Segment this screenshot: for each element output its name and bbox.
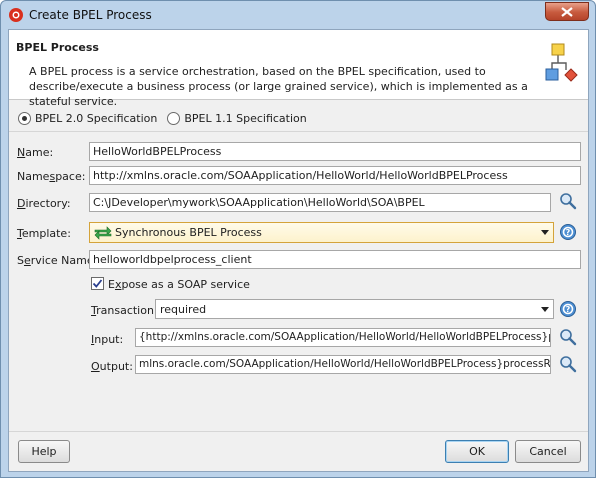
title-bar[interactable]: Create BPEL Process — [1, 1, 595, 29]
jdeveloper-app-icon — [9, 8, 23, 22]
transaction-label: Transaction: — [91, 304, 158, 317]
svg-text:?: ? — [566, 305, 571, 314]
namespace-field[interactable]: http://xmlns.oracle.com/SOAApplication/H… — [89, 166, 581, 185]
expose-soap-checkbox[interactable] — [91, 277, 104, 290]
directory-label: Directory: — [17, 197, 71, 210]
transaction-value: required — [160, 303, 207, 316]
name-field[interactable]: HelloWorldBPELProcess — [89, 142, 581, 161]
bpel-11-radio[interactable] — [167, 111, 181, 125]
browse-output-search-icon[interactable] — [559, 355, 577, 373]
transaction-combobox[interactable]: required — [155, 299, 554, 319]
bpel-20-radio[interactable] — [18, 111, 31, 125]
directory-field[interactable]: C:\JDeveloper\mywork\SOAApplication\Hell… — [89, 193, 551, 212]
name-label-rest: ame: — [25, 146, 54, 159]
name-label: Name: — [17, 146, 54, 159]
namespace-label: Namespace: — [17, 170, 86, 183]
service-name-field[interactable]: helloworldbpelprocess_client — [89, 250, 581, 269]
help-button[interactable]: Help — [18, 440, 70, 463]
template-label: Template: — [17, 227, 71, 240]
input-label: Input: — [91, 333, 124, 346]
dialog-window: Create BPEL Process BPEL Process A BPEL … — [0, 0, 596, 478]
input-message-field[interactable]: {http://xmlns.oracle.com/SOAApplication/… — [135, 328, 551, 347]
dialog-body: BPEL Process A BPEL process is a service… — [8, 29, 589, 472]
specification-radio-group: BPEL 2.0 Specification BPEL 1.1 Specific… — [18, 110, 317, 126]
cancel-button[interactable]: Cancel — [515, 440, 581, 463]
checkmark-icon — [92, 279, 103, 288]
browse-input-search-icon[interactable] — [559, 328, 577, 346]
chevron-down-icon — [541, 230, 549, 235]
header-description: A BPEL process is a service orchestratio… — [29, 65, 528, 108]
expose-soap-label[interactable]: Expose as a SOAP service — [108, 278, 250, 291]
template-value: Synchronous BPEL Process — [115, 226, 262, 239]
header-title: BPEL Process — [16, 41, 99, 54]
output-message-field[interactable]: mlns.oracle.com/SOAApplication/HelloWorl… — [135, 355, 551, 374]
ok-button[interactable]: OK — [445, 440, 509, 463]
bpel-11-label[interactable]: BPEL 1.1 Specification — [184, 112, 306, 125]
close-button[interactable] — [545, 2, 589, 21]
chevron-down-icon — [541, 307, 549, 312]
bpel-process-icon — [545, 43, 578, 82]
bpel-20-label[interactable]: BPEL 2.0 Specification — [35, 112, 157, 125]
template-help-icon[interactable]: ? — [559, 223, 577, 241]
header-separator — [9, 131, 588, 132]
close-icon — [561, 7, 573, 17]
dialog-header: BPEL Process A BPEL process is a service… — [9, 30, 588, 108]
service-name-label: Service Name: — [17, 254, 98, 267]
transaction-help-icon[interactable]: ? — [559, 300, 577, 318]
synchronous-arrows-icon — [94, 226, 112, 240]
output-label: Output: — [91, 360, 133, 373]
footer-separator — [9, 431, 588, 432]
browse-directory-search-icon[interactable] — [559, 192, 577, 210]
window-title: Create BPEL Process — [29, 8, 152, 22]
svg-text:?: ? — [566, 228, 571, 237]
template-combobox[interactable]: Synchronous BPEL Process — [89, 222, 554, 243]
